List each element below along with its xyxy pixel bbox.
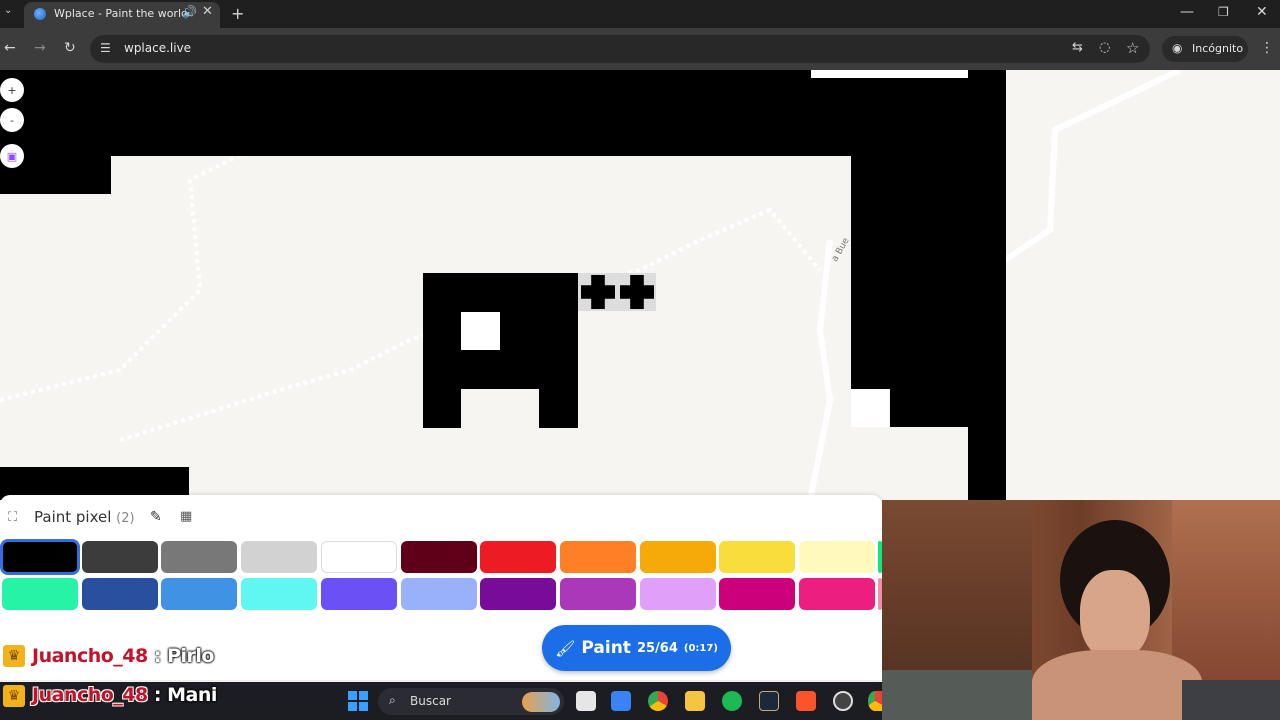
brave-icon[interactable] (796, 691, 816, 711)
pixel-drawing-hole (461, 312, 500, 350)
pixel-region (968, 427, 1006, 500)
panel-count: (2) (116, 511, 135, 526)
chat-text: Mani (167, 684, 217, 706)
pixel-region (890, 389, 1006, 427)
cam-face (1080, 570, 1150, 660)
color-swatch[interactable] (161, 578, 238, 610)
minimize-icon[interactable]: — (1180, 4, 1194, 20)
eye-off-icon[interactable]: ◌ (1099, 40, 1110, 55)
paint-count: 25/64 (636, 640, 678, 656)
color-swatch[interactable] (320, 578, 397, 610)
color-swatch[interactable] (480, 541, 557, 573)
color-swatch[interactable] (2, 578, 78, 610)
url-text[interactable]: wplace.live (124, 41, 191, 55)
incognito-label: Incógnito (1192, 42, 1244, 55)
store-icon[interactable] (611, 691, 631, 711)
color-swatch[interactable] (81, 541, 158, 573)
color-swatch[interactable] (241, 578, 318, 610)
color-swatch[interactable] (400, 541, 477, 573)
color-swatch[interactable] (639, 578, 716, 610)
pixel-region-white (811, 70, 968, 78)
menu-dots-icon[interactable]: ⋮ (1260, 40, 1274, 56)
tab-close-icon[interactable]: ✕ (202, 4, 213, 19)
color-swatch[interactable] (799, 578, 875, 610)
chat-separator: : (153, 684, 162, 706)
chrome-icon[interactable] (648, 691, 668, 711)
obs-icon[interactable] (833, 691, 853, 711)
chat-separator: : (153, 645, 162, 667)
address-bar[interactable] (90, 35, 1150, 63)
pixel-region (0, 70, 1006, 156)
forward-icon[interactable]: → (34, 40, 46, 56)
color-swatch[interactable] (559, 541, 636, 573)
color-swatch[interactable] (0, 539, 80, 575)
twitch-icon[interactable]: ▣ (0, 144, 24, 168)
cam-bed (882, 670, 1032, 720)
zoom-out-button[interactable]: - (0, 108, 24, 132)
chrome-icon[interactable] (868, 691, 882, 711)
crown-badge-icon: ♛ (3, 685, 25, 707)
color-swatch[interactable] (161, 541, 238, 573)
color-swatch[interactable] (320, 541, 397, 573)
eyedropper-icon[interactable]: ✎ (150, 509, 162, 525)
spotify-icon[interactable] (722, 691, 742, 711)
chat-message: Juancho_48 : Mani (32, 684, 217, 706)
color-swatch[interactable] (480, 578, 557, 610)
map-canvas[interactable]: a Bue (0, 70, 1280, 500)
translate-icon[interactable]: ⇆ (1072, 40, 1083, 55)
search-placeholder: Buscar (410, 694, 451, 708)
pixel-region-white (851, 389, 889, 427)
speaker-icon[interactable]: 🔊 (182, 5, 197, 19)
tab-title: Wplace - Paint the world (54, 7, 188, 20)
paint-label: Paint (581, 638, 631, 658)
panel-title-text: Paint pixel (34, 508, 112, 526)
color-swatch[interactable] (639, 541, 716, 573)
chat-text: Pirlo (167, 645, 214, 667)
file-explorer-icon[interactable] (685, 691, 705, 711)
incognito-icon: ◉ (1172, 41, 1183, 55)
color-swatch[interactable] (400, 578, 477, 610)
webcam-feed (882, 500, 1280, 720)
expand-icon[interactable]: ⛶ (8, 510, 17, 525)
site-info-icon[interactable]: ☰ (100, 41, 111, 55)
grid-icon[interactable]: ▦ (180, 509, 192, 524)
color-swatch[interactable] (719, 578, 796, 610)
reload-icon[interactable]: ↻ (64, 40, 76, 56)
bookmark-star-icon[interactable]: ☆ (1126, 39, 1139, 57)
chat-username: Juancho_48 (32, 645, 148, 667)
chat-message: Juancho_48 : Pirlo (32, 645, 214, 667)
brush-icon: 🖌 (555, 638, 576, 658)
widgets-icon[interactable] (522, 692, 560, 712)
cam-body (1032, 650, 1202, 720)
cam-bed (1182, 680, 1280, 720)
color-swatch[interactable] (559, 578, 636, 610)
pixel-region (851, 156, 1006, 389)
restore-icon[interactable]: ❐ (1218, 5, 1229, 19)
panel-title: Paint pixel (2) (34, 508, 135, 526)
league-icon[interactable] (759, 691, 779, 711)
task-view-icon[interactable] (576, 691, 596, 711)
color-swatch[interactable] (81, 578, 158, 610)
windows-start-icon[interactable] (348, 691, 368, 711)
color-swatch[interactable] (799, 541, 875, 573)
crown-badge-icon: ♛ (3, 645, 25, 667)
search-icon: ⌕ (389, 693, 396, 707)
paint-button[interactable]: 🖌 Paint 25/64 (0:17) (542, 625, 731, 671)
back-icon[interactable]: ← (4, 40, 16, 56)
zoom-in-button[interactable]: + (0, 78, 24, 102)
chat-username: Juancho_48 (32, 684, 148, 706)
wplace-favicon-icon (34, 8, 46, 20)
color-swatch[interactable] (719, 541, 796, 573)
new-tab-icon[interactable]: + (231, 4, 244, 23)
color-swatch[interactable] (241, 541, 318, 573)
browser-tab[interactable]: Wplace - Paint the world 🔊 ✕ (24, 2, 220, 28)
tab-list-chevron-icon[interactable]: ⌄ (4, 5, 12, 16)
paint-cooldown: (0:17) (683, 642, 718, 654)
pixel-drawing-gap (461, 389, 539, 428)
window-close-icon[interactable]: ✕ (1256, 4, 1268, 20)
